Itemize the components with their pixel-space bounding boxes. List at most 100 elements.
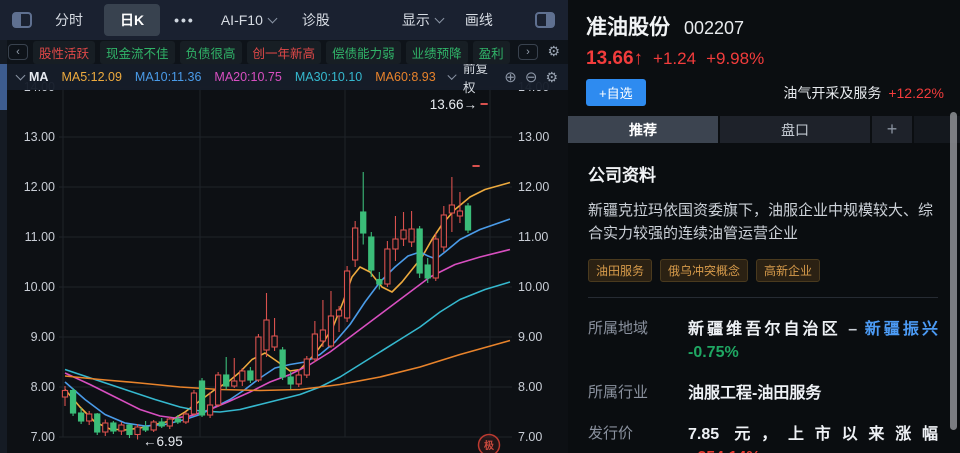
zoom-out-icon[interactable]: ⊖ [525,68,538,86]
tag-earnings-decline[interactable]: 业绩预降 [405,40,468,64]
toggle-right-panel-button[interactable] [535,12,555,28]
tab-diagnose-stock[interactable]: 诊股 [302,10,330,30]
add-to-watchlist-button[interactable]: +自选 [586,79,646,106]
price-row: 13.66↑ +1.24 +9.98% [586,48,944,70]
svg-text:8.00: 8.00 [518,380,542,394]
panel-left-icon [12,12,32,28]
svg-text:13.00: 13.00 [518,130,549,144]
price-change-pct: +9.98% [706,49,765,68]
field-label: 发行价 [588,424,634,442]
svg-text:11.00: 11.00 [25,230,55,244]
svg-text:7.00: 7.00 [31,430,55,444]
chart-panel: 分时 日K ••• AI-F10 诊股 显示 画线 ‹ 股性活跃 现金流不佳 负… [0,0,568,453]
toggle-left-panel-button[interactable] [12,12,32,28]
svg-text:11.00: 11.00 [518,230,548,244]
sector-link[interactable]: 油气开采及服务 [783,83,881,103]
panel-right-icon [535,12,555,28]
add-tab-button[interactable]: + [872,116,912,143]
candlestick-chart[interactable]: MA MA5:12.09 MA10:11.36 MA20:10.75 MA30:… [7,64,568,453]
panel-scrollbar[interactable] [950,112,957,430]
chevron-down-icon [267,13,278,23]
stock-info-panel: 准油股份 002207 13.66↑ +1.24 +9.98% +自选 油气开采… [568,0,960,453]
price-change: +1.24 [653,49,697,68]
concept-tag-oilfield-service[interactable]: 油田服务 [588,258,653,282]
concept-tag-russia-ukraine[interactable]: 俄乌冲突概念 [660,258,749,282]
section-title: 公司资料 [588,166,656,185]
chart-settings-gear-icon[interactable]: ⚙ [545,69,558,86]
ma30-value: MA30:10.10 [294,70,363,84]
ma60-value: MA60:8.93 [375,70,436,84]
tag-active-stock[interactable]: 股性活跃 [33,40,96,64]
stock-header: 准油股份 002207 13.66↑ +1.24 +9.98% +自选 油气开采… [568,0,960,106]
stock-code: 002207 [684,18,745,38]
ma-indicator-row: MA MA5:12.09 MA10:11.36 MA20:10.75 MA30:… [7,64,568,95]
stock-name: 准油股份 [586,16,670,39]
field-issue-price: 发行价 7.85 元，上市以来涨幅 +254.14% [588,420,938,453]
ma20-value: MA20:10.75 [214,70,282,84]
zoom-in-icon[interactable]: ⊕ [504,68,517,86]
tags-prev-button[interactable]: ‹ [8,44,28,60]
field-industry: 所属行业 油服工程-油田服务 [588,379,938,403]
left-rail-scroll-thumb[interactable] [0,64,7,110]
chevron-down-icon [15,70,26,80]
tag-weak-solvency[interactable]: 偿债能力弱 [326,40,401,64]
more-periods-button[interactable]: ••• [174,12,195,28]
tab-minute-chart[interactable]: 分时 [55,10,83,30]
ma10-value: MA10:11.36 [134,70,202,84]
ma5-value: MA5:12.09 [61,70,122,84]
sector-change-pct: +12.22% [888,84,944,101]
chart-toolbar: 分时 日K ••• AI-F10 诊股 显示 画线 [0,0,568,40]
tab-ai-f10[interactable]: AI-F10 [221,12,278,28]
stock-app-window: 分时 日K ••• AI-F10 诊股 显示 画线 ‹ 股性活跃 现金流不佳 负… [0,0,960,453]
field-label: 所属地域 [588,319,649,337]
svg-text:12.00: 12.00 [24,180,55,194]
svg-text:13.00: 13.00 [24,130,55,144]
tag-poor-cashflow[interactable]: 现金流不佳 [100,40,175,64]
tag-profit[interactable]: 盈利 [472,40,510,64]
ma-line-MA10 [64,218,511,427]
company-description: 新疆克拉玛依国资委旗下，油服企业中规模较大、综合实力较强的连续油管运营企业 [588,202,934,243]
info-tab-bar: 推荐 盘口 + [568,116,960,143]
divider [588,296,938,298]
ma-group-toggle[interactable]: MA [15,70,48,84]
field-region: 所属地域 新疆维吾尔自治区 – 新疆振兴 -0.75% [588,315,938,362]
chart-svg: 14.0014.0013.0013.0012.0012.0011.0011.00… [24,80,549,453]
tab-recommend[interactable]: 推荐 [568,116,718,143]
chevron-down-icon[interactable] [447,70,457,80]
last-price: 13.66↑ [586,48,644,69]
seal-stamp-icon: 极 [477,433,501,453]
svg-text:10.00: 10.00 [24,280,55,294]
concept-tags: 油田服务 俄乌冲突概念 高新企业 [588,258,938,282]
svg-text:极: 极 [484,439,495,452]
region-value: 新疆维吾尔自治区 [688,320,841,338]
svg-text:8.00: 8.00 [31,380,55,394]
svg-text:10.00: 10.00 [518,280,549,294]
tags-settings-gear-icon[interactable]: ⚙ [545,43,562,60]
svg-text:13.66→: 13.66→ [430,97,477,112]
adjust-mode-selector[interactable]: 前复权 [463,64,496,96]
grid-lines [59,86,512,438]
field-label: 所属行业 [588,383,649,401]
svg-text:9.00: 9.00 [31,330,55,344]
issue-price-value: 7.85 元，上市以来涨幅 [688,425,938,443]
tag-high-debt[interactable]: 负债很高 [179,40,242,64]
signal-tag-row: ‹ 股性活跃 现金流不佳 负债很高 创一年新高 偿债能力弱 业绩预降 盈利 › … [0,40,568,64]
display-menu-button[interactable]: 显示 [402,10,445,30]
svg-text:12.00: 12.00 [518,180,549,194]
tag-one-year-high[interactable]: 创一年新高 [246,40,322,64]
concept-tag-hightech[interactable]: 高新企业 [756,258,821,282]
tab-daily-k[interactable]: 日K [104,4,161,36]
tags-next-button[interactable]: › [518,44,538,60]
company-profile-section: 公司资料 新疆克拉玛依国资委旗下，油服企业中规模较大、综合实力较强的连续油管运营… [568,143,960,453]
draw-line-button[interactable]: 画线 [465,10,493,30]
tab-order-book[interactable]: 盘口 [720,116,870,143]
ma-line-MA20 [64,248,511,419]
region-concept-link[interactable]: 新疆振兴 [865,321,938,338]
chevron-down-icon [434,13,445,23]
industry-value: 油服工程-油田服务 [688,384,822,402]
svg-text:9.00: 9.00 [518,330,542,344]
issue-change-pct: +254.14% [688,449,938,453]
svg-text:←6.95: ←6.95 [143,434,183,449]
left-edge-rail [0,40,7,453]
svg-text:7.00: 7.00 [518,430,542,444]
